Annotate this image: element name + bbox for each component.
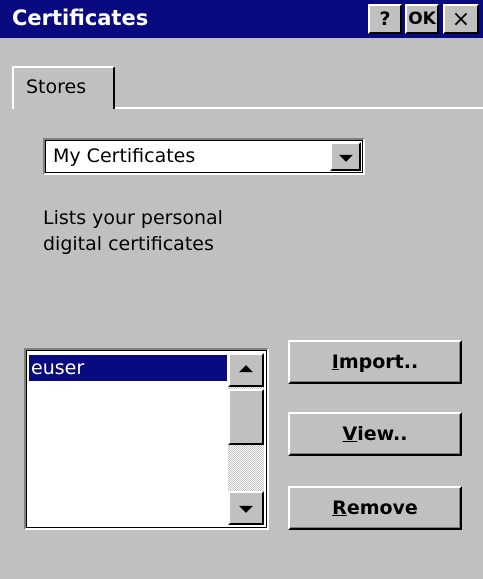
import-hotkey: I xyxy=(331,351,339,373)
list-item[interactable]: euser xyxy=(29,355,227,381)
store-description-line1: Lists your personal xyxy=(43,207,223,229)
title-bar: Certificates ? OK × xyxy=(0,0,483,38)
view-hotkey: V xyxy=(342,423,358,445)
store-dropdown[interactable]: My Certificates xyxy=(43,138,365,175)
window-title: Certificates xyxy=(12,6,149,30)
certificate-list[interactable]: euser xyxy=(24,348,269,530)
remove-hotkey: R xyxy=(332,497,347,519)
arrow-down-icon xyxy=(239,505,253,513)
close-button[interactable]: × xyxy=(443,4,479,34)
scroll-up-button[interactable] xyxy=(228,353,264,387)
ok-button[interactable]: OK xyxy=(405,4,439,34)
scroll-down-button[interactable] xyxy=(228,491,264,525)
vertical-scrollbar[interactable] xyxy=(228,353,264,525)
import-label: mport.. xyxy=(338,351,419,373)
store-description-line2: digital certificates xyxy=(43,233,214,255)
tab-stores[interactable]: Stores xyxy=(12,66,115,109)
remove-button[interactable]: Remove xyxy=(288,486,462,530)
view-label: iew.. xyxy=(357,423,408,445)
tab-stores-label: Stores xyxy=(26,76,87,98)
chevron-down-icon xyxy=(338,154,353,162)
dropdown-button[interactable] xyxy=(330,142,361,171)
arrow-up-icon xyxy=(239,365,253,373)
help-button[interactable]: ? xyxy=(368,4,402,34)
store-dropdown-value: My Certificates xyxy=(53,145,196,167)
certificates-dialog: Certificates ? OK × Stores My Certificat… xyxy=(0,0,483,579)
scrollbar-thumb[interactable] xyxy=(228,389,264,445)
store-description: Lists your personal digital certificates xyxy=(43,205,343,257)
import-button[interactable]: Import.. xyxy=(288,340,462,384)
remove-label: emove xyxy=(346,497,418,519)
view-button[interactable]: View.. xyxy=(288,412,462,456)
tab-strip-divider xyxy=(114,107,483,109)
